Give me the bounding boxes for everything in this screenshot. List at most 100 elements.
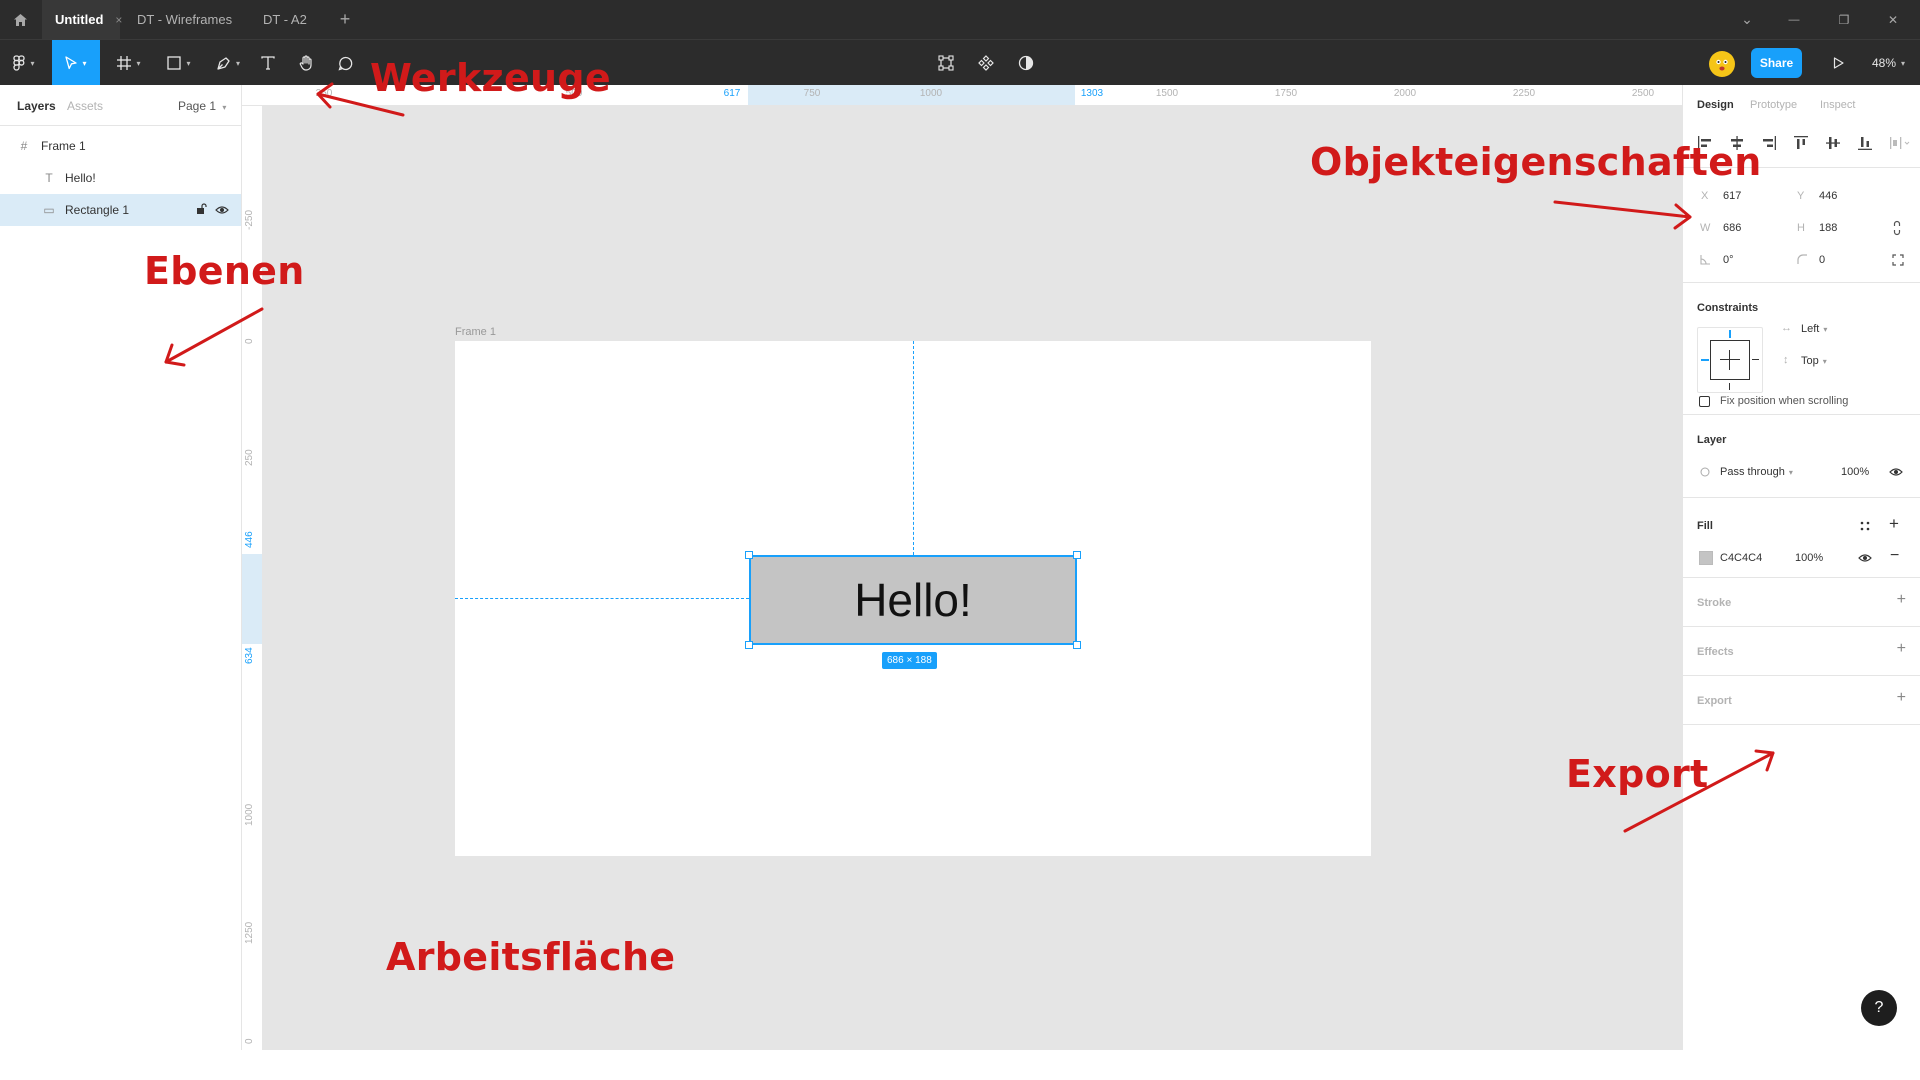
fill-color-swatch[interactable] [1699, 551, 1713, 565]
tab-dt-wireframes[interactable]: DT - Wireframes [122, 0, 234, 39]
edit-object-icon[interactable] [932, 40, 960, 86]
eye-icon[interactable] [215, 204, 229, 218]
vertical-constraint-icon: ↕ [1783, 354, 1789, 366]
figma-menu-icon[interactable]: ▾ [0, 40, 48, 86]
home-icon[interactable] [0, 0, 40, 39]
canvas[interactable]: Frame 1 Hello! 686 × 188 [263, 106, 1682, 1050]
rectangle-tool-icon[interactable]: ▾ [158, 40, 200, 86]
fill-hex-input[interactable]: C4C4C4 [1720, 552, 1762, 564]
page-select[interactable]: Page 1 ▾ [178, 99, 226, 113]
effects-section: Effects + [1683, 627, 1920, 676]
ruler-tick-label: 2000 [1393, 88, 1417, 99]
constraints-section: Constraints ↔ Left ▾ ↕ Top ▾ Fix position … [1683, 283, 1920, 415]
resize-handle-top-right[interactable] [1073, 551, 1081, 559]
tab-layers[interactable]: Layers [17, 99, 56, 113]
x-input[interactable]: 617 [1723, 190, 1741, 202]
page-select-label: Page 1 [178, 99, 217, 113]
present-icon[interactable] [1823, 40, 1853, 86]
restore-icon[interactable]: ❐ [1830, 0, 1858, 39]
size-badge: 686 × 188 [882, 652, 937, 669]
ruler-selection-range [242, 554, 262, 644]
align-bottom-icon[interactable] [1857, 135, 1873, 151]
styles-grid-icon[interactable] [1859, 520, 1871, 532]
unlock-icon[interactable] [196, 203, 207, 218]
minimize-icon[interactable]: — [1780, 0, 1808, 39]
zoom-value: 48% [1872, 56, 1897, 70]
y-input[interactable]: 446 [1819, 190, 1837, 202]
measure-guide-vertical [913, 341, 914, 555]
rotation-input[interactable]: 0° [1723, 254, 1734, 266]
independent-corners-icon[interactable] [1892, 254, 1904, 266]
frame-icon: # [20, 139, 28, 153]
component-icon[interactable] [972, 40, 1000, 86]
fill-opacity-input[interactable]: 100% [1795, 552, 1823, 564]
zoom-dropdown[interactable]: 48% ▾ [1872, 40, 1905, 86]
constrain-proportions-icon[interactable] [1892, 220, 1902, 236]
constraint-vertical-select[interactable]: Top ▾ [1801, 355, 1827, 367]
eye-icon[interactable] [1858, 553, 1872, 563]
ruler-tick-label: 250 [315, 88, 333, 99]
selected-rectangle[interactable]: Hello! [749, 555, 1077, 645]
align-center-vertical-icon[interactable] [1825, 135, 1841, 151]
pen-tool-icon[interactable]: ▾ [207, 40, 249, 86]
resize-handle-bottom-left[interactable] [745, 641, 753, 649]
corner-radius-input[interactable]: 0 [1819, 254, 1825, 266]
fix-position-checkbox[interactable] [1699, 396, 1710, 407]
ruler-selection-range [748, 85, 1075, 105]
blend-mode-select[interactable]: Pass through ▾ [1720, 466, 1793, 478]
h-label: H [1797, 222, 1805, 234]
resize-handle-bottom-right[interactable] [1073, 641, 1081, 649]
add-fill-icon[interactable]: + [1889, 514, 1899, 534]
tab-dt-a2[interactable]: DT - A2 [250, 0, 330, 39]
blend-mode-value: Pass through [1720, 466, 1785, 478]
layer-name: Rectangle 1 [65, 203, 130, 217]
constraint-widget[interactable] [1697, 327, 1763, 393]
layer-row-rectangle-1[interactable]: ▭ Rectangle 1 [0, 194, 241, 226]
width-input[interactable]: 686 [1723, 222, 1741, 234]
hello-text[interactable]: Hello! [854, 573, 972, 627]
align-right-icon[interactable] [1761, 135, 1777, 151]
contrast-icon[interactable] [1012, 40, 1040, 86]
layer-row-hello[interactable]: T Hello! [0, 162, 241, 194]
measure-guide-horizontal [455, 598, 749, 599]
share-button[interactable]: Share [1751, 48, 1802, 78]
annotation-layers: Ebenen [144, 249, 305, 293]
add-export-icon[interactable]: + [1897, 689, 1906, 707]
hand-tool-icon[interactable] [291, 40, 321, 86]
height-input[interactable]: 188 [1819, 222, 1837, 234]
close-window-icon[interactable]: ✕ [1878, 0, 1908, 39]
title-tab-bar: Untitled × DT - Wireframes DT - A2 + ⌄ —… [0, 0, 1920, 39]
add-effect-icon[interactable]: + [1897, 640, 1906, 658]
constraint-horizontal-select[interactable]: Left ▾ [1801, 323, 1827, 335]
ruler-left: -250 0 250 446 634 1000 1250 0 [242, 106, 263, 1050]
frame-label[interactable]: Frame 1 [455, 326, 496, 338]
remove-fill-icon[interactable]: − [1890, 547, 1899, 565]
distribute-icon[interactable] [1889, 135, 1911, 151]
add-stroke-icon[interactable]: + [1897, 591, 1906, 609]
ruler-tick-label: 1303 [1080, 88, 1104, 99]
resize-handle-top-left[interactable] [745, 551, 753, 559]
user-avatar[interactable] [1709, 51, 1735, 77]
text-tool-icon[interactable] [253, 40, 283, 86]
layer-opacity-input[interactable]: 100% [1841, 466, 1869, 478]
comment-tool-icon[interactable] [330, 40, 360, 86]
frame-tool-icon[interactable]: ▾ [108, 40, 150, 86]
chevron-down-icon: ▾ [1823, 325, 1828, 334]
new-tab-icon[interactable]: + [334, 0, 356, 39]
fill-title: Fill [1697, 520, 1713, 532]
eye-icon[interactable] [1889, 467, 1903, 477]
tabs-menu-icon[interactable]: ⌄ [1733, 0, 1761, 39]
ruler-tick-label: 1500 [1155, 88, 1179, 99]
ruler-tick-label: 2500 [1631, 88, 1655, 99]
tab-assets[interactable]: Assets [67, 99, 103, 113]
tab-untitled[interactable]: Untitled × [42, 0, 122, 39]
align-top-icon[interactable] [1793, 135, 1809, 151]
tab-inspect[interactable]: Inspect [1820, 99, 1855, 111]
chevron-down-icon: ▾ [1822, 357, 1827, 366]
layer-row-frame-1[interactable]: # Frame 1 [0, 130, 241, 162]
move-tool-icon[interactable]: ▾ [52, 40, 100, 86]
left-panel-tabs: Layers Assets Page 1 ▾ [0, 85, 241, 126]
help-button[interactable]: ? [1861, 990, 1897, 1026]
tab-prototype[interactable]: Prototype [1750, 99, 1797, 111]
tab-design[interactable]: Design [1697, 99, 1734, 111]
